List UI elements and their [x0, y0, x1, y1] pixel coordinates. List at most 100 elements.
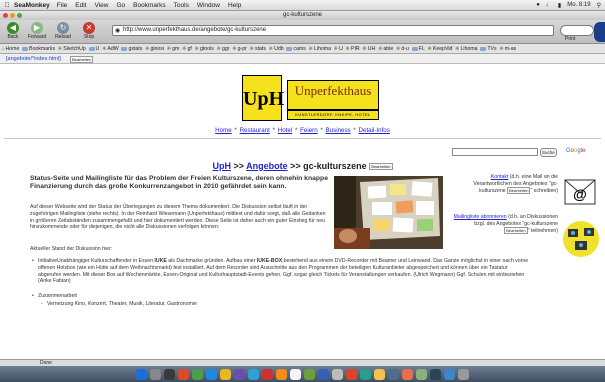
- nav-detail-infos[interactable]: Detail-Infos: [359, 127, 390, 134]
- nav-feiern[interactable]: Feiern: [300, 127, 318, 134]
- breadcrumb-angebote[interactable]: Angebote: [246, 161, 288, 171]
- stop-button[interactable]: ✕ Stop: [78, 22, 100, 42]
- bookmark-item[interactable]: ❋ g-pr: [232, 46, 247, 52]
- bookmark-item[interactable]: cams: [286, 46, 306, 52]
- clock[interactable]: Mo. 8:19: [567, 2, 590, 8]
- bookmark-item[interactable]: ❋ m-as: [499, 46, 516, 52]
- url-bar[interactable]: ◉ http://www.unperfekthaus.de/angebote/g…: [112, 25, 554, 36]
- app-icon[interactable]: [206, 368, 217, 380]
- menu-go[interactable]: Go: [116, 2, 125, 9]
- bookmark-item[interactable]: FL: [411, 46, 425, 52]
- bookmark-icon: ❋: [427, 45, 432, 52]
- forward-button[interactable]: ▶ Forward: [26, 22, 48, 42]
- bookmark-item[interactable]: ❋ UH: [362, 46, 375, 52]
- bookmark-icon: ❋: [268, 45, 274, 52]
- menu-help[interactable]: Help: [228, 2, 241, 9]
- reload-button[interactable]: ↻ Reload: [52, 22, 74, 42]
- bookmark-item[interactable]: gstats: [121, 46, 142, 52]
- bookmark-item[interactable]: ❋ SketchUp: [58, 46, 86, 52]
- menu-file[interactable]: File: [57, 2, 67, 9]
- bookmark-item[interactable]: ❋ stats: [250, 46, 266, 52]
- bookmark-item[interactable]: ❋ ggr: [217, 46, 230, 52]
- zoom-window-icon[interactable]: [17, 13, 22, 18]
- app-icon[interactable]: [304, 368, 315, 380]
- bookmark-item[interactable]: Bookmarks: [22, 46, 55, 52]
- bookmark-item[interactable]: TVs: [480, 46, 497, 52]
- app-icon[interactable]: [360, 368, 371, 380]
- nav-hotel[interactable]: Hotel: [278, 127, 292, 134]
- contact-link[interactable]: Kontakt: [491, 174, 509, 180]
- trash-icon[interactable]: [458, 368, 469, 380]
- nav-restaurant[interactable]: Restaurant: [240, 127, 270, 134]
- bookmark-item[interactable]: ❋ gf: [182, 46, 192, 52]
- close-window-icon[interactable]: [3, 13, 8, 18]
- bookmark-item[interactable]: ❋ gtools: [195, 46, 214, 52]
- bookmark-item[interactable]: ❋ Lihoma: [309, 46, 331, 52]
- contact-edit-button[interactable]: Bearbeiten: [507, 186, 531, 194]
- app-icon[interactable]: [318, 368, 329, 380]
- google-search-button[interactable]: Suche: [540, 148, 557, 157]
- menu-tools[interactable]: Tools: [174, 2, 189, 9]
- site-logo[interactable]: UpH Unperfekthaus KÜNSTLERDORF, KNEIPE, …: [242, 75, 382, 121]
- mailinglist-edit-button[interactable]: Bearbeiten: [504, 226, 528, 234]
- bookmark-item[interactable]: ❋ able: [378, 46, 393, 52]
- toolbar-search-input[interactable]: [560, 25, 594, 36]
- app-icon[interactable]: [332, 368, 343, 380]
- bookmark-item[interactable]: ❋ Udb: [269, 46, 284, 52]
- bookmark-item[interactable]: ❋ U: [334, 46, 343, 52]
- bookmark-item[interactable]: U: [88, 46, 99, 52]
- bookmark-item[interactable]: ❋ PIR: [346, 46, 360, 52]
- app-icon[interactable]: [402, 368, 413, 380]
- bookmark-item[interactable]: ❋ d-u: [396, 46, 409, 52]
- app-icon[interactable]: [220, 368, 231, 380]
- app-icon[interactable]: [346, 368, 357, 380]
- app-icon[interactable]: [374, 368, 385, 380]
- app-icon[interactable]: [178, 368, 189, 380]
- spotlight-icon[interactable]: ⚲: [597, 2, 601, 9]
- bookmark-item[interactable]: ⌂ Home: [1, 46, 19, 52]
- battery-icon[interactable]: ▮: [558, 2, 561, 9]
- app-icon[interactable]: [276, 368, 287, 380]
- bookmark-item[interactable]: ❋ KeepVid: [428, 46, 453, 52]
- app-icon[interactable]: [150, 368, 161, 380]
- app-icon[interactable]: [444, 368, 455, 380]
- bookmark-item[interactable]: ❋ Lihoma: [455, 46, 477, 52]
- throbber-icon[interactable]: [594, 22, 605, 42]
- apple-icon[interactable]: : [0, 2, 14, 9]
- folder-icon: [22, 46, 29, 51]
- app-icon[interactable]: [164, 368, 175, 380]
- bookmark-item[interactable]: ❋ gloosi: [145, 46, 164, 52]
- minimize-window-icon[interactable]: [10, 13, 15, 18]
- app-icon[interactable]: [430, 368, 441, 380]
- app-icon[interactable]: [416, 368, 427, 380]
- app-icon[interactable]: [262, 368, 273, 380]
- breadcrumb-edit-button[interactable]: Bearbeiten: [369, 163, 393, 171]
- app-icon[interactable]: [192, 368, 203, 380]
- mailinglist-link[interactable]: Mailingliste abonnieren: [454, 214, 507, 220]
- finder-icon[interactable]: [136, 368, 147, 380]
- bookmark-item[interactable]: ❋ gm: [167, 46, 180, 52]
- menu-bookmarks[interactable]: Bookmarks: [133, 2, 166, 9]
- google-search-input[interactable]: [452, 148, 538, 156]
- bookmark-icon: ❋: [378, 45, 383, 52]
- edit-path-button[interactable]: Bearbeiten: [70, 56, 94, 63]
- wifi-icon[interactable]: ●: [536, 2, 540, 8]
- bookmark-item[interactable]: ❋ AdW: [102, 46, 119, 52]
- app-icon[interactable]: [290, 368, 301, 380]
- nav-home[interactable]: Home: [215, 127, 232, 134]
- editor-path-link[interactable]: [angebote/*index.html]: [6, 56, 61, 62]
- mailinglist-icon[interactable]: [562, 220, 600, 258]
- volume-icon[interactable]: ♩: [546, 2, 552, 8]
- breadcrumb-uph[interactable]: UpH: [212, 161, 231, 171]
- menu-view[interactable]: View: [94, 2, 108, 9]
- app-icon[interactable]: [234, 368, 245, 380]
- app-icon[interactable]: [248, 368, 259, 380]
- print-button[interactable]: Print: [565, 36, 575, 42]
- nav-business[interactable]: Business: [326, 127, 351, 134]
- menu-window[interactable]: Window: [197, 2, 220, 9]
- app-icon[interactable]: [388, 368, 399, 380]
- menu-app-name[interactable]: SeaMonkey: [14, 2, 50, 9]
- mail-icon[interactable]: @: [562, 176, 598, 208]
- back-button[interactable]: ◀ Back: [2, 22, 24, 42]
- menu-edit[interactable]: Edit: [75, 2, 86, 9]
